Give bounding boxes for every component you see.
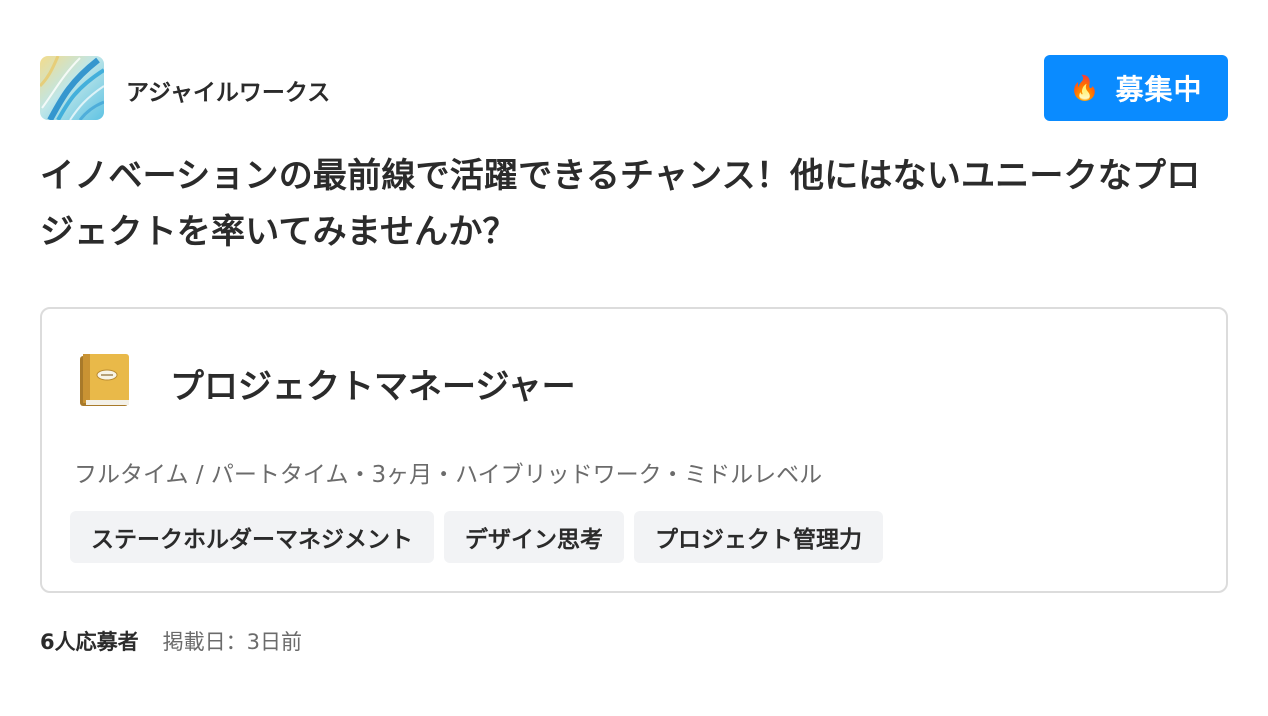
hiring-status-badge[interactable]: 🔥 募集中 — [1044, 55, 1228, 121]
skill-tag: プロジェクト管理力 — [634, 511, 883, 563]
skill-tag: ステークホルダーマネジメント — [70, 511, 434, 563]
skill-tag: デザイン思考 — [444, 511, 624, 563]
job-headline: イノベーションの最前線で活躍できるチャンス！他にはないユニークなプロジェクトを率… — [40, 156, 1201, 252]
job-header: アジャイルワークス 🔥 募集中 — [40, 55, 1228, 121]
job-footer: 6人応募者 掲載日：3日前 — [40, 626, 302, 656]
job-meta: フルタイム / パートタイム・3ヶ月・ハイブリッドワーク・ミドルレベル — [74, 462, 823, 488]
applicant-count: 6人応募者 — [40, 630, 139, 654]
job-card[interactable]: プロジェクトマネージャー フルタイム / パートタイム・3ヶ月・ハイブリッドワー… — [40, 307, 1228, 593]
posted-date: 掲載日：3日前 — [162, 630, 302, 654]
company-name[interactable]: アジャイルワークス — [126, 73, 330, 107]
skill-tags: ステークホルダーマネジメント デザイン思考 プロジェクト管理力 — [70, 511, 883, 563]
notebook-icon — [76, 351, 132, 409]
fire-icon: 🔥 — [1069, 74, 1100, 102]
job-title[interactable]: プロジェクトマネージャー — [170, 359, 576, 408]
company-logo[interactable] — [40, 56, 104, 120]
hiring-status-label: 募集中 — [1115, 73, 1203, 106]
abstract-wave-logo-icon — [40, 56, 104, 120]
